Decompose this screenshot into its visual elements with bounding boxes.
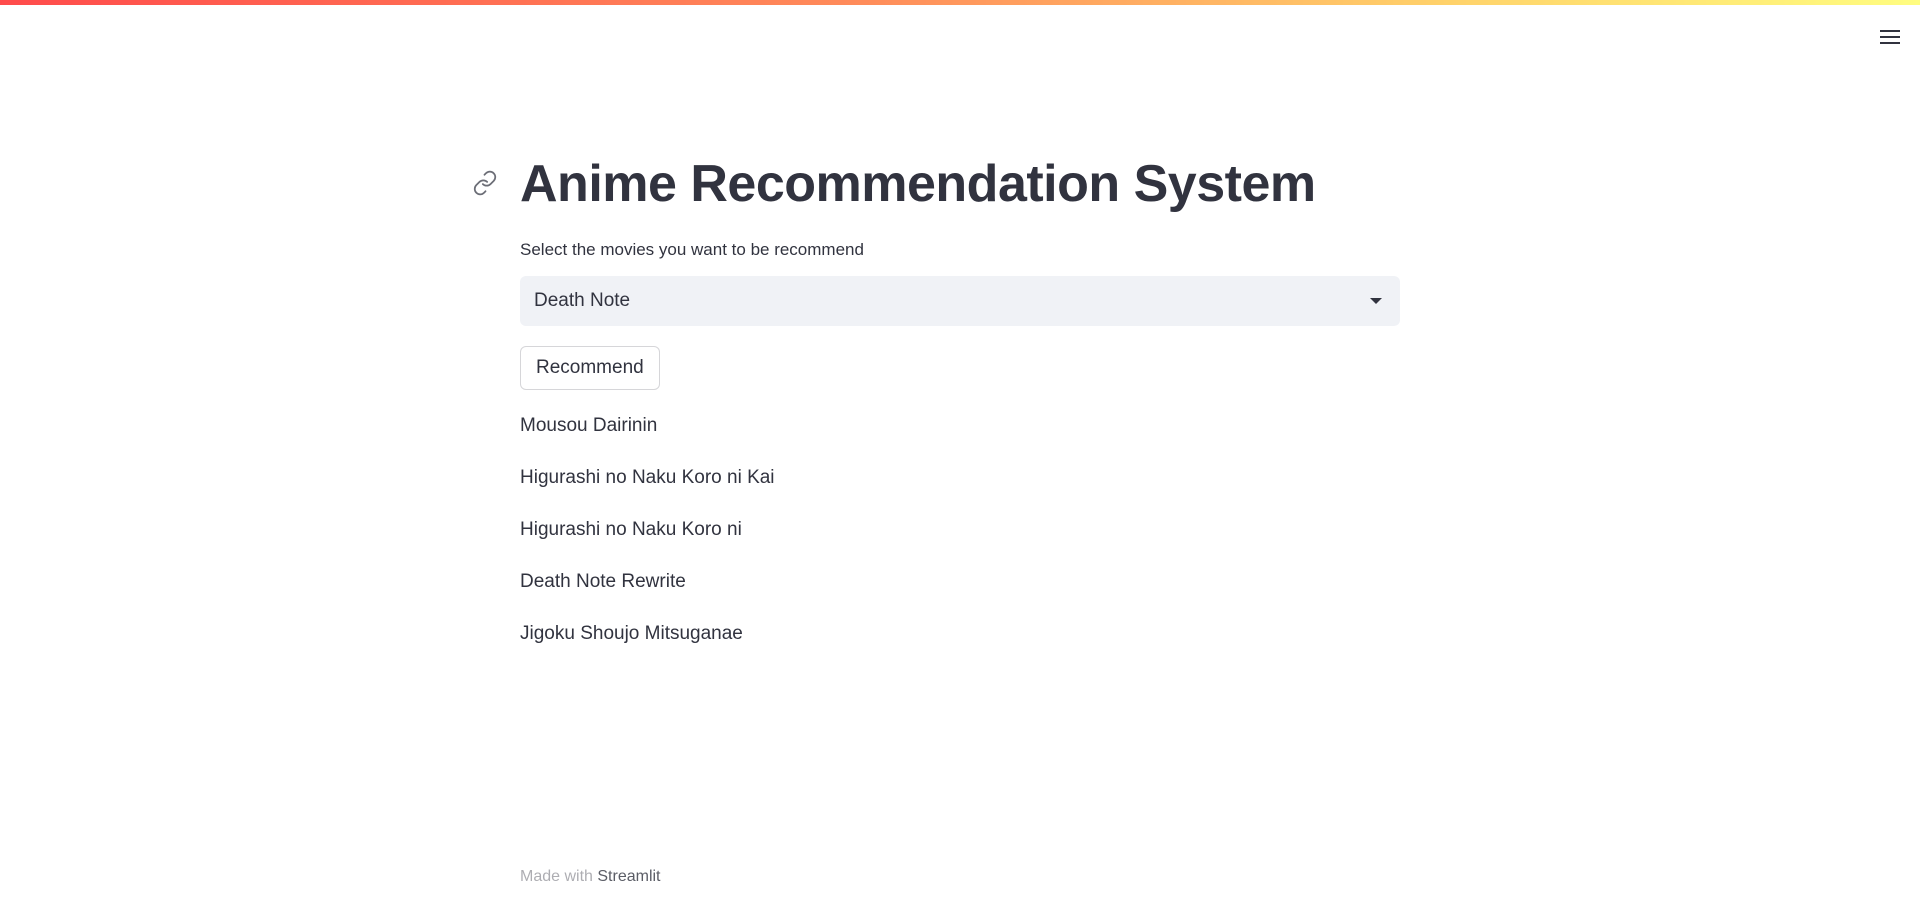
recommend-button[interactable]: Recommend bbox=[520, 346, 660, 390]
page-title: Anime Recommendation System bbox=[520, 155, 1316, 213]
select-value: Death Note bbox=[534, 290, 631, 311]
hamburger-menu-icon[interactable] bbox=[1876, 26, 1906, 48]
link-icon[interactable] bbox=[472, 170, 498, 196]
list-item: Mousou Dairinin bbox=[520, 415, 658, 436]
select-label: Select the movies you want to be recomme… bbox=[520, 240, 864, 259]
list-item: Higurashi no Naku Koro ni Kai bbox=[520, 467, 775, 488]
footer: Made with Streamlit bbox=[520, 868, 661, 886]
anime-select[interactable]: Death Note bbox=[520, 276, 1400, 326]
list-item: Jigoku Shoujo Mitsuganae bbox=[520, 623, 743, 644]
list-item: Higurashi no Naku Koro ni bbox=[520, 519, 742, 540]
top-decoration-bar bbox=[0, 0, 1920, 5]
footer-prefix: Made with bbox=[520, 868, 593, 885]
streamlit-link[interactable]: Streamlit bbox=[597, 868, 660, 885]
list-item: Death Note Rewrite bbox=[520, 571, 686, 592]
chevron-down-icon bbox=[1370, 298, 1382, 304]
results-list: Mousou Dairinin Higurashi no Naku Koro n… bbox=[520, 410, 1400, 670]
title-row: Anime Recommendation System bbox=[473, 148, 1400, 220]
